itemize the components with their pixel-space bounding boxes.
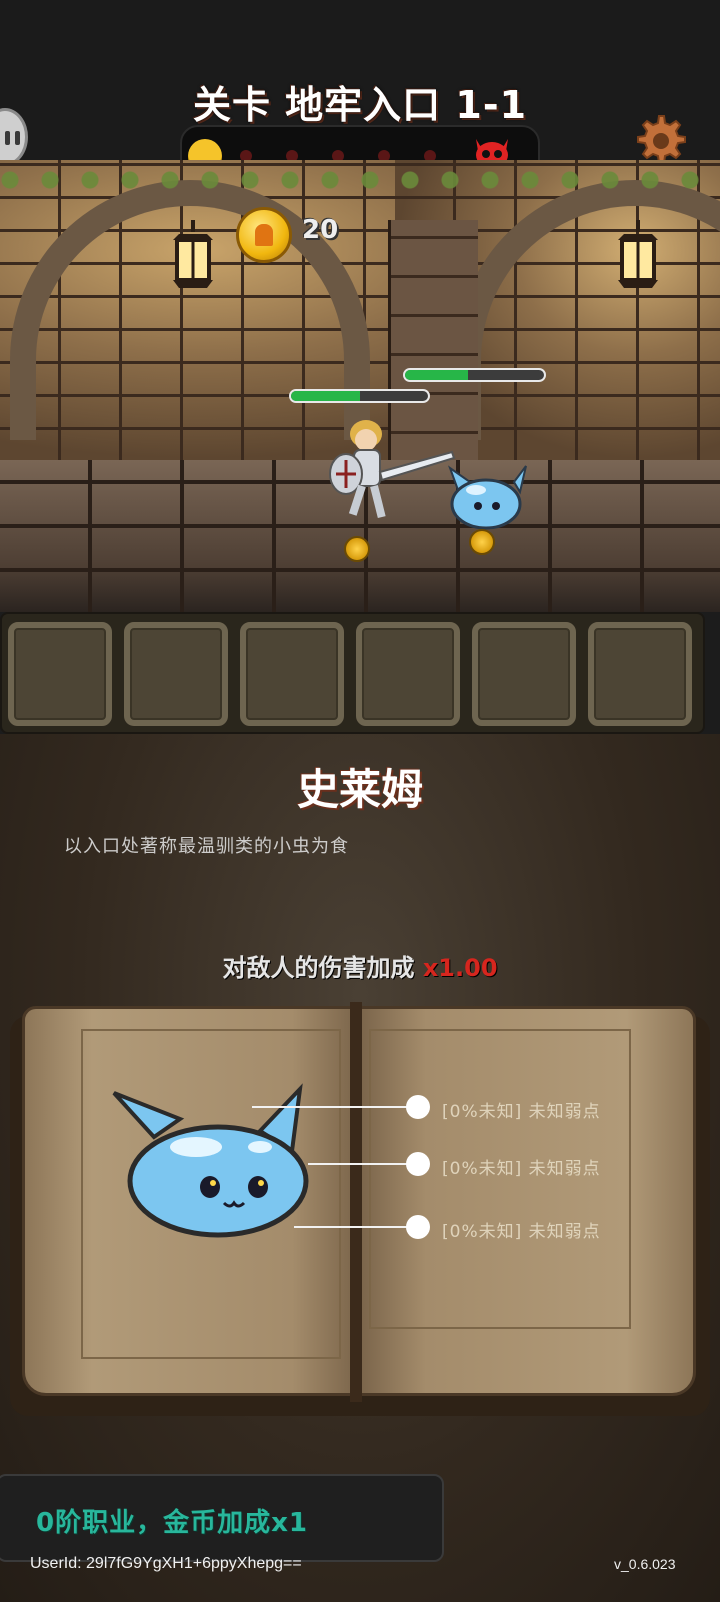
user-id: UserId: 29l7fG9YgXH1+6ppyXhepg==: [30, 1555, 302, 1572]
damage-bonus-label: 对敌人的伤害加成: [222, 954, 423, 982]
hero-hp-bar: [289, 389, 430, 403]
page-frame: [369, 1029, 631, 1329]
slime-portrait: [112, 1083, 309, 1238]
hero-hp-fill: [291, 391, 360, 401]
enemy-hp-bar: [403, 368, 546, 382]
bestiary-book: [10, 996, 710, 1416]
stage-title: 关卡 地牢入口 1-1: [192, 83, 528, 127]
enemy-name: 史莱姆: [296, 765, 423, 814]
lantern-icon: [173, 220, 213, 288]
book-page-right: [356, 1006, 696, 1396]
coin-count: 20: [302, 215, 339, 245]
version-label: v_0.6.023: [614, 1556, 676, 1572]
trait-weakness: [0%未知] 未知弱点: [442, 1222, 601, 1242]
damage-multiplier: x1.00: [422, 954, 498, 982]
trait-weakness: [0%未知] 未知弱点: [442, 1102, 601, 1122]
coin-icon: [236, 207, 292, 263]
coin-icon: [469, 529, 495, 555]
ivy-vines: [0, 160, 720, 200]
enemy-hp-fill: [405, 370, 468, 380]
book-spine: [350, 1002, 362, 1402]
trait-dot: [406, 1152, 430, 1176]
battle-scene: 20: [0, 160, 720, 612]
inventory-bar: [0, 612, 705, 734]
coin-icon: [344, 536, 370, 562]
inventory-slot[interactable]: [124, 622, 228, 726]
enemy-info-panel: 史莱姆 以入口处著称最温驯类的小虫为食 对敌人的伤害加成 x1.00 [0%未知…: [0, 734, 720, 1602]
trait-pointer-line: [308, 1163, 412, 1165]
inventory-slot[interactable]: [356, 622, 460, 726]
gear-icon[interactable]: [632, 112, 686, 166]
trait-weakness: [0%未知] 未知弱点: [442, 1159, 601, 1179]
trait-dot: [406, 1215, 430, 1239]
trait-dot: [406, 1095, 430, 1119]
slime-enemy: [448, 465, 527, 530]
trait-pointer-line: [294, 1226, 412, 1228]
inventory-slot[interactable]: [588, 622, 692, 726]
lantern-icon: [618, 220, 658, 288]
trait-pointer-line: [252, 1106, 412, 1108]
inventory-slot[interactable]: [8, 622, 112, 726]
knight-hero: [329, 420, 456, 519]
inventory-slot[interactable]: [472, 622, 576, 726]
inventory-slot[interactable]: [240, 622, 344, 726]
enemy-description: 以入口处著称最温驯类的小虫为食: [64, 836, 349, 857]
damage-bonus: 对敌人的伤害加成 x1.00: [0, 948, 720, 983]
class-bonus-text: 0阶职业，金币加成x1: [36, 1508, 308, 1538]
